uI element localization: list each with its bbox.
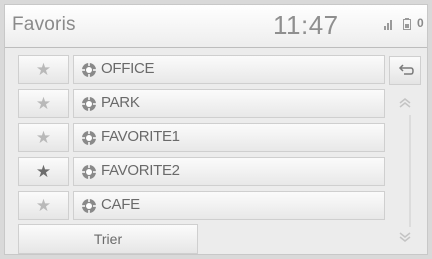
favorite-button-favorite1[interactable]: FAVORITE1 <box>73 123 385 152</box>
list-item: ★ OFFICE <box>18 55 385 84</box>
favorite-label: CAFE <box>101 196 140 213</box>
pin-icon <box>82 63 96 77</box>
sort-button[interactable]: Trier <box>18 224 198 254</box>
pin-icon <box>82 165 96 179</box>
status-digit: 0 <box>417 16 424 30</box>
favorite-label: FAVORITE1 <box>101 128 180 145</box>
signal-icon <box>384 20 392 30</box>
favorite-button-favorite2[interactable]: FAVORITE2 <box>73 157 385 186</box>
chevron-down-icon[interactable] <box>398 231 412 245</box>
scrollbar[interactable] <box>409 115 411 227</box>
star-button[interactable]: ★ <box>18 123 69 152</box>
list-item: ★ FAVORITE2 <box>18 157 385 186</box>
favorite-label: PARK <box>101 94 140 111</box>
back-button[interactable] <box>389 56 421 85</box>
favorite-label: OFFICE <box>101 60 155 77</box>
favorites-screen: Favoris 11:47 0 ★ OFFICE ★ PARK ★ FAVORI… <box>4 4 428 255</box>
page-title: Favoris <box>12 14 76 35</box>
favorite-button-cafe[interactable]: CAFE <box>73 191 385 220</box>
pin-icon <box>82 97 96 111</box>
clock: 11:47 <box>273 10 339 40</box>
list-item: ★ FAVORITE1 <box>18 123 385 152</box>
list-item: ★ PARK <box>18 89 385 118</box>
star-button[interactable]: ★ <box>18 191 69 220</box>
pin-icon <box>82 199 96 213</box>
star-button[interactable]: ★ <box>18 55 69 84</box>
header-bar: Favoris 11:47 0 <box>5 5 427 48</box>
favorite-label: FAVORITE2 <box>101 162 180 179</box>
star-button[interactable]: ★ <box>18 157 69 186</box>
status-area: 0 <box>377 16 427 34</box>
star-button[interactable]: ★ <box>18 89 69 118</box>
battery-icon <box>403 18 411 30</box>
favorite-button-park[interactable]: PARK <box>73 89 385 118</box>
list-item: ★ CAFE <box>18 191 385 220</box>
favorite-button-office[interactable]: OFFICE <box>73 55 385 84</box>
back-arrow-icon <box>398 64 414 75</box>
pin-icon <box>82 131 96 145</box>
chevron-up-icon[interactable] <box>398 95 412 109</box>
